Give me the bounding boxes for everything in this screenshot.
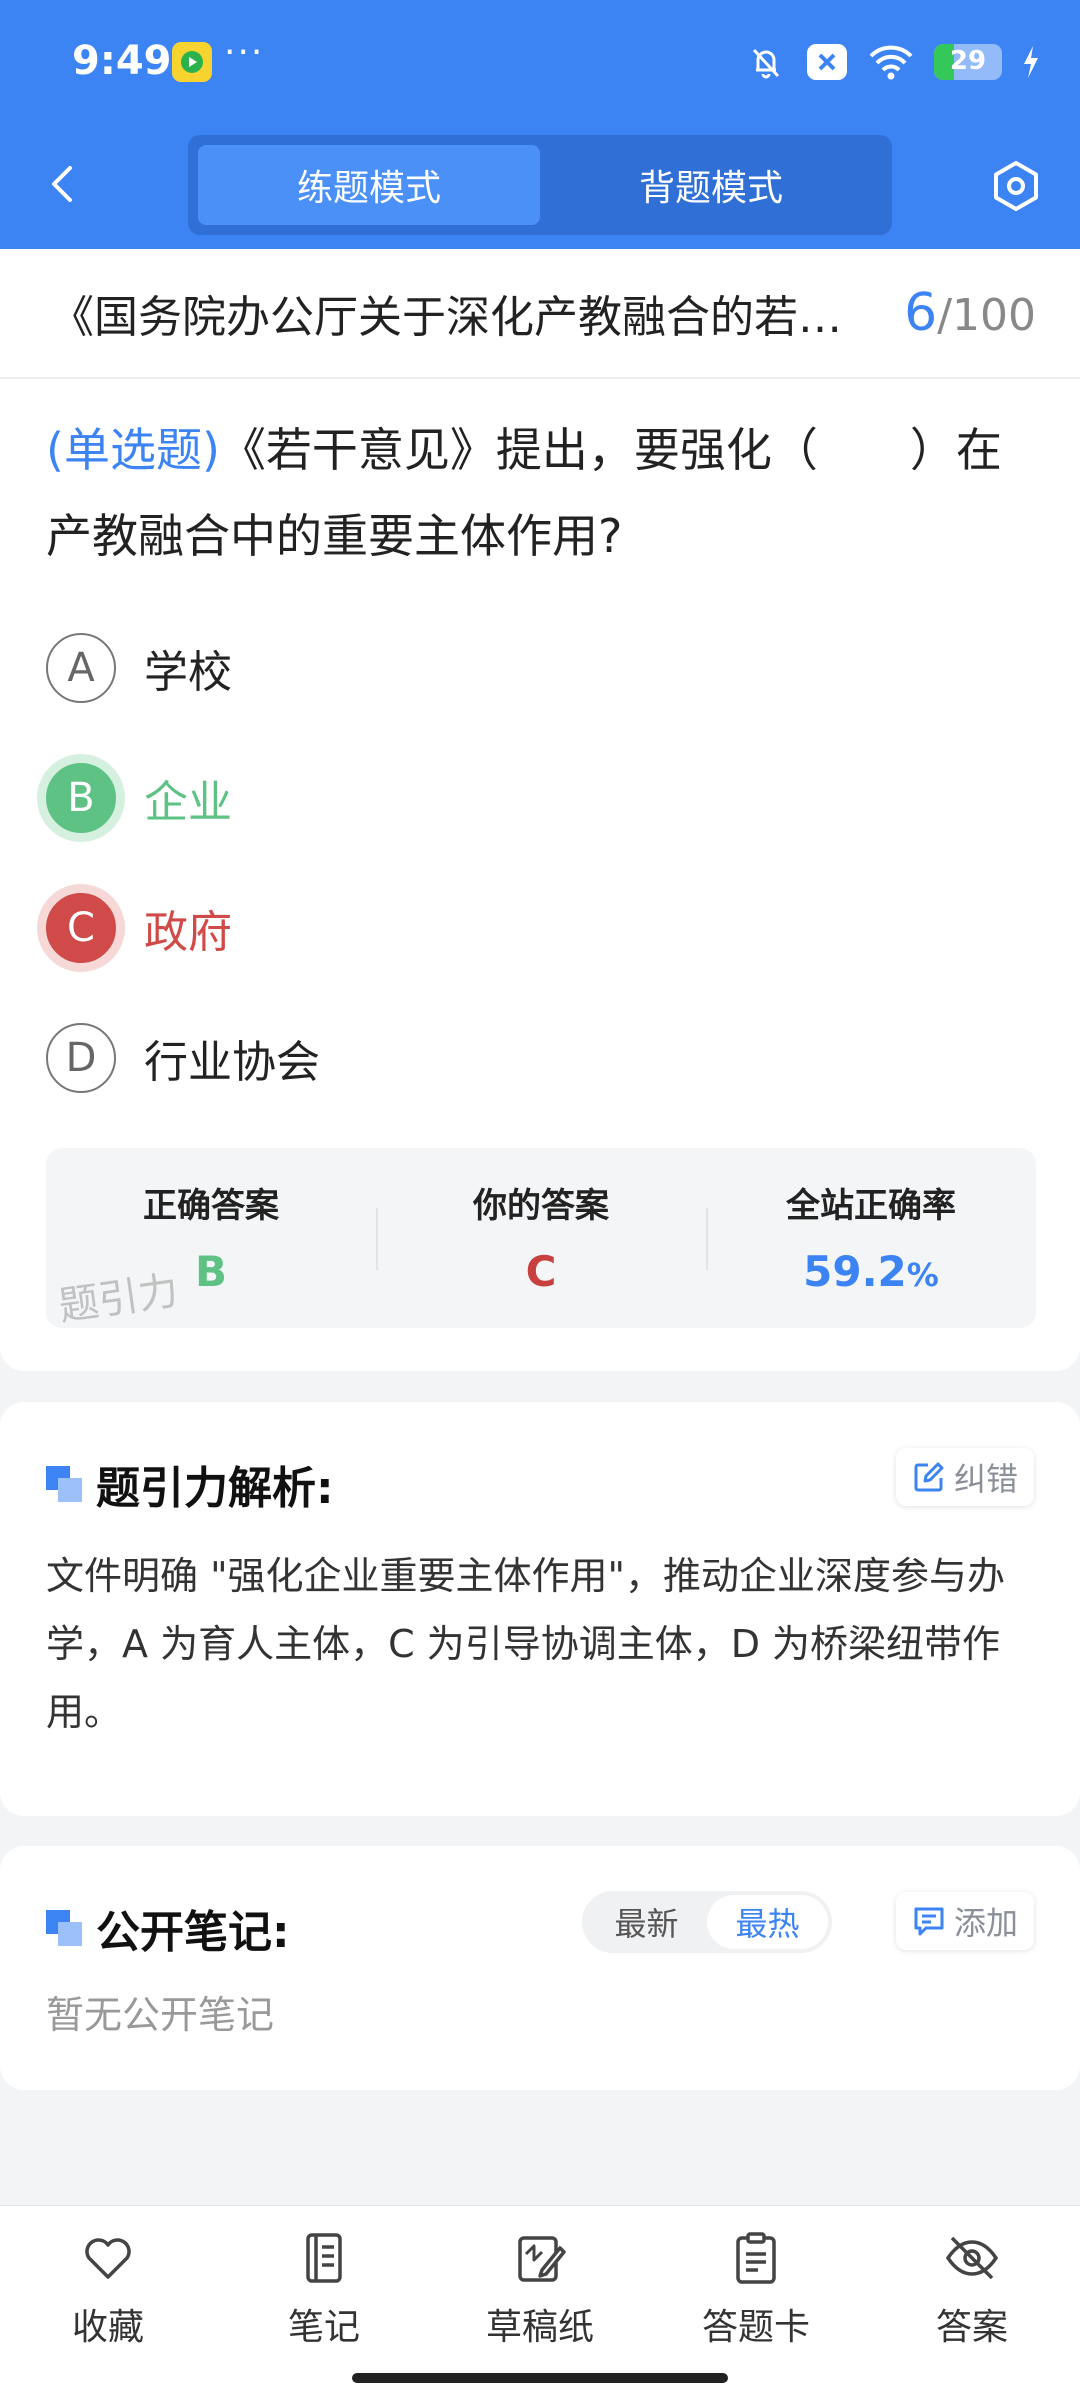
option-list: A 学校 B 企业 C 政府 D 行业协会 bbox=[0, 603, 1080, 1123]
nav-notes[interactable]: 笔记 bbox=[216, 2206, 432, 2400]
settings-hexagon-icon[interactable] bbox=[988, 158, 1044, 214]
option-d[interactable]: D 行业协会 bbox=[0, 993, 1080, 1123]
question-type-label: (单选题) bbox=[46, 423, 220, 477]
charging-icon bbox=[1024, 46, 1038, 78]
section-squares-icon bbox=[46, 1910, 82, 1946]
analysis-card: 题引力解析: 纠错 文件明确 "强化企业重要主体作用"，推动企业深度参与办学，A… bbox=[0, 1402, 1080, 1816]
notes-header: 公开笔记: bbox=[46, 1896, 290, 1960]
home-indicator[interactable] bbox=[352, 2373, 728, 2383]
notes-title: 公开笔记: bbox=[96, 1907, 290, 1958]
battery-text: 29 bbox=[949, 46, 987, 76]
question-stem: (单选题)《若干意见》提出，要强化（ ）在产教融合中的重要主体作用? bbox=[0, 379, 1080, 579]
nav-answer-sheet[interactable]: 答题卡 bbox=[648, 2206, 864, 2400]
nav-answer[interactable]: 答案 bbox=[864, 2206, 1080, 2400]
add-note-label: 添加 bbox=[953, 1904, 1018, 1942]
nav-answer-sheet-label: 答题卡 bbox=[701, 2307, 810, 2348]
section-squares-icon bbox=[46, 1466, 82, 1502]
close-box-icon bbox=[807, 44, 847, 80]
analysis-title: 题引力解析: bbox=[96, 1463, 334, 1514]
nav-draft-paper[interactable]: 草稿纸 bbox=[432, 2206, 648, 2400]
nav-notes-label: 笔记 bbox=[287, 2307, 360, 2348]
nav-draft-paper-label: 草稿纸 bbox=[485, 2307, 594, 2348]
wifi-icon bbox=[869, 45, 913, 80]
tab-practice-mode[interactable]: 练题模式 bbox=[198, 145, 540, 225]
analysis-text: 文件明确 "强化企业重要主体作用"，推动企业深度参与办学，A 为育人主体，C 为… bbox=[46, 1554, 1006, 1734]
option-label: 学校 bbox=[144, 647, 232, 698]
report-error-label: 纠错 bbox=[953, 1460, 1018, 1498]
heart-icon bbox=[85, 2238, 131, 2279]
bottom-toolbar: 收藏 笔记 草稿纸 答题卡 答案 bbox=[0, 2205, 1080, 2400]
option-label: 企业 bbox=[144, 777, 232, 828]
paper-title-row: 《国务院办公厅关于深化产教融合的若干意见》 6/100 bbox=[0, 249, 1080, 379]
tab-memorize-mode[interactable]: 背题模式 bbox=[540, 145, 882, 225]
back-chevron-icon[interactable] bbox=[40, 160, 88, 208]
accuracy-rate-stat: 全站正确率 59.2% bbox=[706, 1148, 1036, 1328]
your-answer-label: 你的答案 bbox=[473, 1186, 609, 1226]
option-label: 政府 bbox=[144, 907, 232, 958]
answer-sheet-icon bbox=[736, 2232, 776, 2284]
battery-icon: 29 bbox=[934, 44, 1002, 80]
option-letter: C bbox=[46, 893, 116, 963]
notebook-icon bbox=[306, 2233, 342, 2283]
question-counter[interactable]: 6/100 bbox=[904, 283, 1036, 343]
analysis-header: 题引力解析: bbox=[46, 1452, 334, 1516]
accuracy-rate-value: 59.2% bbox=[706, 1247, 1036, 1296]
sort-latest[interactable]: 最新 bbox=[586, 1895, 707, 1949]
report-error-button[interactable]: 纠错 bbox=[895, 1448, 1034, 1506]
nav-favorite[interactable]: 收藏 bbox=[0, 2206, 216, 2400]
correct-answer-label: 正确答案 bbox=[143, 1186, 279, 1226]
option-label: 行业协会 bbox=[144, 1037, 320, 1088]
current-question-number: 6 bbox=[904, 283, 938, 343]
notes-sort-toggle: 最新 最热 bbox=[582, 1891, 832, 1953]
option-letter: A bbox=[46, 633, 116, 703]
option-letter: D bbox=[46, 1023, 116, 1093]
app-notification-icon bbox=[172, 42, 212, 82]
your-answer-stat: 你的答案 C bbox=[376, 1148, 706, 1328]
answer-stats-panel: 正确答案 B 题引力 你的答案 C 全站正确率 59.2% bbox=[46, 1148, 1036, 1330]
your-answer-value: C bbox=[525, 1247, 557, 1296]
comment-icon bbox=[914, 1907, 944, 1936]
mode-switch: 练题模式 背题模式 bbox=[188, 135, 892, 235]
status-time: 9:49 bbox=[72, 38, 172, 84]
edit-icon bbox=[914, 1462, 944, 1492]
correct-answer-stat: 正确答案 B 题引力 bbox=[46, 1148, 376, 1330]
nav-answer-label: 答案 bbox=[935, 2307, 1008, 2348]
option-b[interactable]: B 企业 bbox=[0, 733, 1080, 863]
status-more-icon: ··· bbox=[224, 32, 265, 73]
nav-favorite-label: 收藏 bbox=[71, 2307, 144, 2348]
empty-notes-text: 暂无公开笔记 bbox=[46, 1993, 275, 2037]
total-questions: /100 bbox=[937, 290, 1036, 341]
option-c[interactable]: C 政府 bbox=[0, 863, 1080, 993]
accuracy-rate-label: 全站正确率 bbox=[786, 1186, 956, 1226]
eye-off-icon bbox=[945, 2236, 999, 2280]
top-header: 9:49 ··· 29 练题模式 背题模式 bbox=[0, 0, 1080, 249]
public-notes-card: 公开笔记: 最新 最热 添加 暂无公开笔记 bbox=[0, 1846, 1080, 2090]
paper-title: 《国务院办公厅关于深化产教融合的若干意见》 bbox=[50, 292, 905, 343]
add-note-button[interactable]: 添加 bbox=[895, 1892, 1034, 1950]
status-icons: 29 bbox=[746, 40, 1040, 84]
bell-off-icon bbox=[752, 48, 780, 79]
option-letter: B bbox=[46, 763, 116, 833]
question-card: 《国务院办公厅关于深化产教融合的若干意见》 6/100 (单选题)《若干意见》提… bbox=[0, 249, 1080, 1371]
draft-paper-icon bbox=[518, 2236, 566, 2282]
accuracy-rate-unit: % bbox=[906, 1256, 939, 1294]
option-a[interactable]: A 学校 bbox=[0, 603, 1080, 733]
accuracy-rate-number: 59.2 bbox=[803, 1247, 907, 1296]
sort-hottest[interactable]: 最热 bbox=[707, 1895, 828, 1949]
